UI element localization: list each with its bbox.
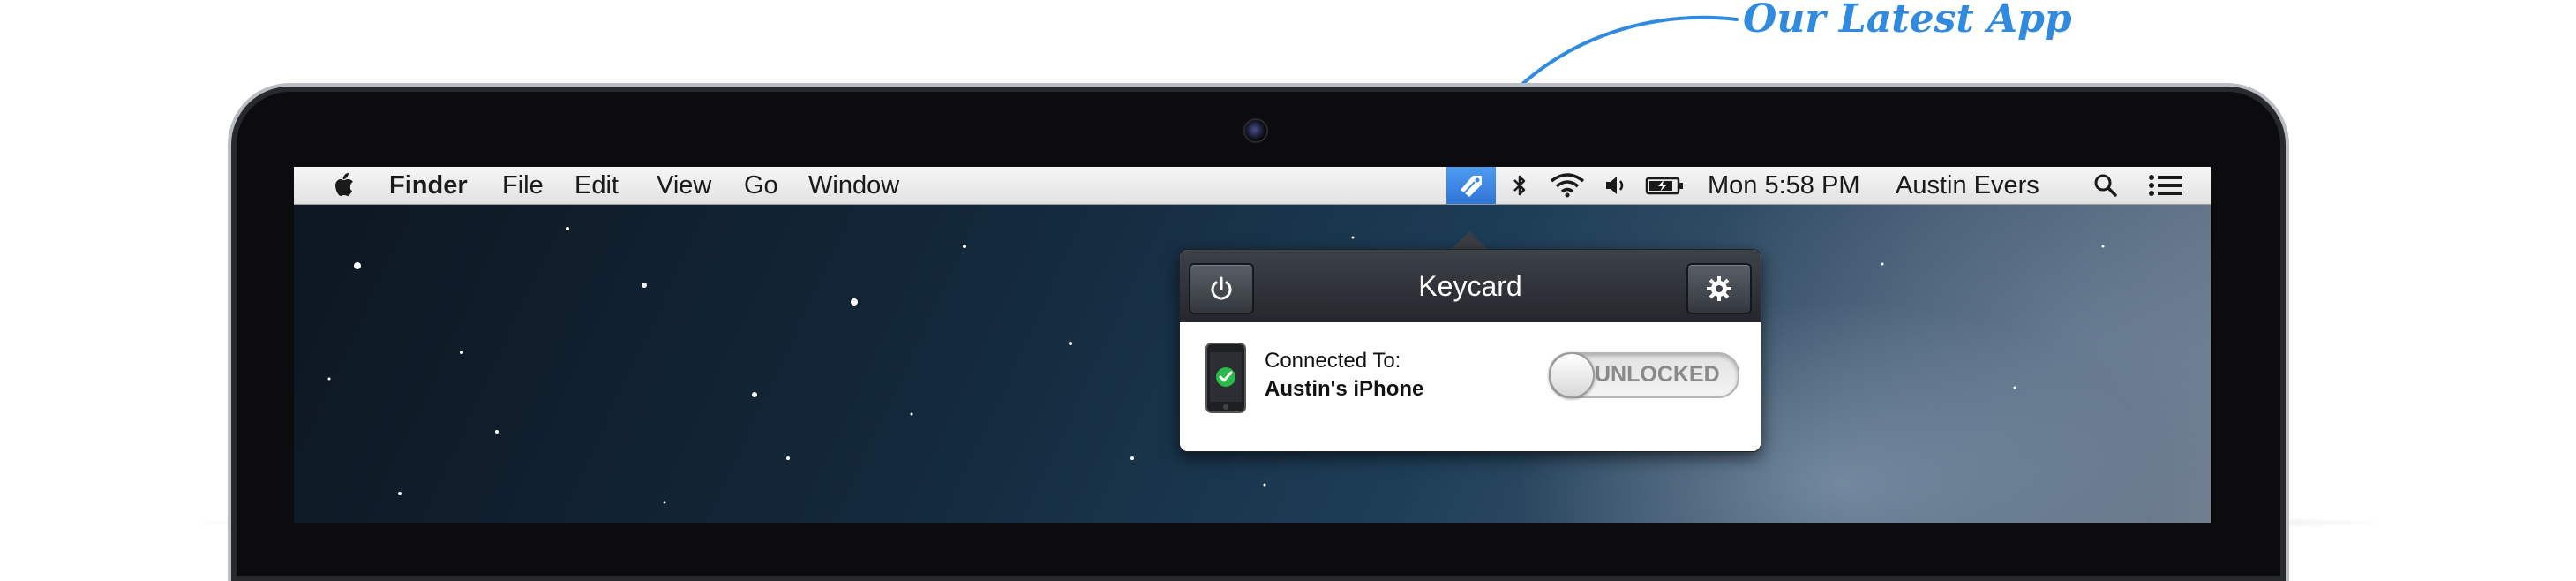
menu-file[interactable]: File (502, 171, 544, 200)
settings-button[interactable] (1686, 263, 1752, 314)
spotlight-search-icon[interactable] (2092, 172, 2119, 199)
menubar-clock[interactable]: Mon 5:58 PM (1708, 171, 1859, 200)
menu-edit[interactable]: Edit (575, 171, 619, 200)
connected-to-label: Connected To: (1265, 349, 1401, 373)
keycard-popover: Keycard Connected To: Austin's iPhone UN… (1179, 249, 1761, 452)
keycard-tag-icon (1461, 176, 1482, 197)
popover-pointer (1450, 231, 1489, 251)
keycard-menubar-button[interactable] (1446, 167, 1496, 204)
iphone-check-icon (1205, 343, 1246, 413)
connected-device-name: Austin's iPhone (1265, 377, 1424, 401)
menu-view[interactable]: View (657, 171, 711, 200)
popover-title: Keycard (1418, 270, 1522, 302)
toggle-state-label: UNLOCKED (1595, 362, 1720, 387)
lock-toggle[interactable]: UNLOCKED (1549, 352, 1739, 398)
apple-logo-icon[interactable] (329, 170, 361, 201)
callout-label: Our Latest App (1743, 0, 2072, 42)
menu-bar: Finder File Edit View Go Window Mon 5:58… (294, 167, 2211, 205)
webcam-icon (1243, 118, 1268, 143)
notification-center-icon[interactable] (2147, 172, 2186, 199)
menu-go[interactable]: Go (744, 171, 778, 200)
menubar-user-name[interactable]: Austin Evers (1896, 171, 2039, 200)
toggle-knob[interactable] (1549, 352, 1595, 398)
wifi-icon[interactable] (1549, 172, 1586, 199)
battery-icon[interactable] (1644, 172, 1685, 199)
popover-body: Connected To: Austin's iPhone UNLOCKED (1180, 322, 1761, 451)
volume-icon[interactable] (1603, 172, 1629, 199)
popover-header: Keycard (1180, 250, 1761, 322)
menu-window[interactable]: Window (808, 171, 899, 200)
menu-app-finder[interactable]: Finder (389, 171, 468, 200)
bluetooth-icon[interactable] (1510, 172, 1529, 199)
gear-icon (1707, 276, 1731, 301)
